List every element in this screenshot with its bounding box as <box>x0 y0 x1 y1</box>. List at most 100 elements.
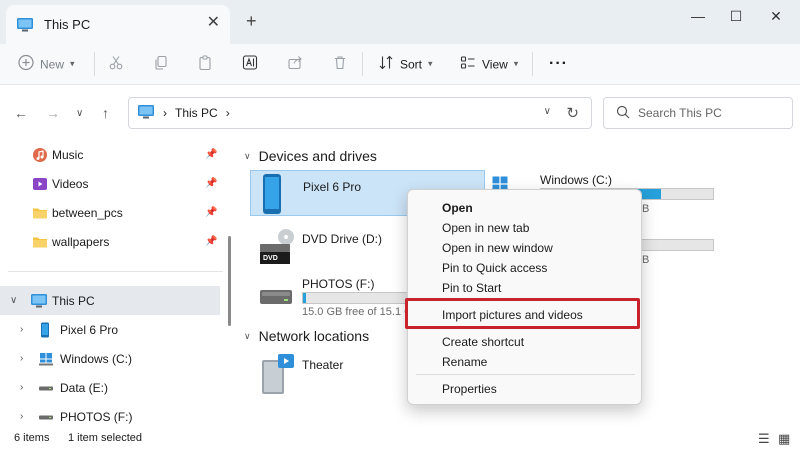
sidebar-item-label: This PC <box>52 293 95 308</box>
delete-button[interactable] <box>332 55 348 74</box>
pin-icon[interactable]: 📌 <box>205 207 217 218</box>
tile-sub: B <box>642 203 650 215</box>
pin-icon[interactable]: 📌 <box>205 149 217 160</box>
cut-button[interactable] <box>108 55 124 74</box>
search-placeholder: Search This PC <box>638 106 722 120</box>
details-view-icon[interactable]: ☰ <box>758 431 770 447</box>
address-dropdown-icon[interactable]: ∨ <box>544 106 551 117</box>
monitor-icon <box>137 104 155 123</box>
status-bar: 6 items 1 item selected ☰ ▦ <box>0 426 800 449</box>
tile-name: Pixel 6 Pro <box>303 180 362 194</box>
sort-button[interactable]: Sort ▾ <box>378 55 433 74</box>
menu-item-open[interactable]: Open <box>442 201 473 215</box>
close-tab-icon[interactable]: ✕ <box>207 15 220 31</box>
chevron-right-icon[interactable]: › <box>20 382 23 393</box>
breadcrumb-this-pc[interactable]: This PC <box>175 106 218 120</box>
close-window-icon[interactable]: ✕ <box>761 6 791 26</box>
sidebar-item-this-pc[interactable]: ∨ This PC <box>0 286 220 315</box>
rename-button[interactable] <box>242 55 258 74</box>
title-bar: This PC ✕ + — ☐ ✕ <box>0 0 800 44</box>
sidebar-item-windows-c[interactable]: › Windows (C:) <box>0 344 220 373</box>
up-arrow-icon[interactable]: ↑ <box>102 105 109 121</box>
sidebar-item-label: Music <box>52 147 84 162</box>
devices-drives-group-header[interactable]: ∨ Devices and drives <box>244 148 377 164</box>
minimize-icon[interactable]: — <box>683 6 713 26</box>
search-icon <box>616 105 630 122</box>
videos-icon <box>32 176 48 192</box>
menu-item-pin-to-start[interactable]: Pin to Start <box>442 281 501 295</box>
chevron-down-icon: ▾ <box>70 58 75 69</box>
tile-sub: B <box>642 254 650 266</box>
share-button[interactable] <box>287 55 303 74</box>
item-count: 6 items <box>14 432 50 444</box>
group-title: Devices and drives <box>258 148 377 164</box>
windows-drive-icon <box>38 351 54 367</box>
toolbar-divider <box>362 52 363 76</box>
phone-icon <box>40 322 50 338</box>
menu-separator <box>416 374 635 375</box>
monitor-icon <box>16 17 34 33</box>
sidebar-divider <box>8 271 223 272</box>
phone-icon <box>261 173 283 218</box>
sidebar-item-wallpapers[interactable]: wallpapers 📌 <box>0 227 220 256</box>
new-label: New <box>40 57 65 71</box>
pin-icon[interactable]: 📌 <box>205 178 217 189</box>
new-tab-icon[interactable]: + <box>246 12 257 30</box>
drive-icon <box>38 409 54 425</box>
menu-item-open-in-new-window[interactable]: Open in new window <box>442 241 553 255</box>
chevron-down-icon: ∨ <box>244 150 251 161</box>
chevron-right-icon[interactable]: › <box>20 411 23 422</box>
sidebar-item-videos[interactable]: Videos 📌 <box>0 169 220 198</box>
address-bar[interactable]: › This PC › ∨ ↻ <box>128 97 592 129</box>
chevron-down-icon: ▾ <box>513 58 519 69</box>
maximize-icon[interactable]: ☐ <box>721 6 751 26</box>
menu-item-create-shortcut[interactable]: Create shortcut <box>442 335 524 349</box>
recent-locations-chevron-icon[interactable]: ∨ <box>76 108 83 119</box>
sidebar-item-pixel-6-pro[interactable]: › Pixel 6 Pro <box>0 315 220 344</box>
new-button[interactable]: New ▾ <box>18 54 75 74</box>
view-label: View <box>482 57 508 71</box>
menu-item-pin-quick-access[interactable]: Pin to Quick access <box>442 261 547 275</box>
search-box[interactable]: Search This PC <box>603 97 793 129</box>
breadcrumb-separator[interactable]: › <box>163 106 167 120</box>
tab-this-pc[interactable]: This PC ✕ <box>6 5 230 44</box>
refresh-icon[interactable]: ↻ <box>566 104 579 122</box>
copy-button[interactable] <box>153 55 169 74</box>
back-arrow-icon[interactable]: ← <box>14 105 28 121</box>
menu-item-properties[interactable]: Properties <box>442 382 497 396</box>
chevron-down-icon: ▾ <box>428 58 433 69</box>
tile-name: Theater <box>302 358 344 372</box>
chevron-right-icon[interactable]: › <box>20 324 23 335</box>
sidebar-item-data-e[interactable]: › Data (E:) <box>0 373 220 402</box>
paste-button[interactable] <box>197 55 213 74</box>
trash-icon <box>332 55 348 74</box>
view-icon <box>460 55 476 74</box>
sort-label: Sort <box>400 57 423 71</box>
sidebar-scrollbar[interactable] <box>228 236 231 326</box>
sidebar-item-label: between_pcs <box>52 205 123 220</box>
sidebar-item-between-pcs[interactable]: between_pcs 📌 <box>0 198 220 227</box>
forward-arrow-icon[interactable]: → <box>46 105 60 121</box>
folder-icon <box>32 234 48 250</box>
breadcrumb-separator[interactable]: › <box>226 106 230 120</box>
network-locations-group-header[interactable]: ∨ Network locations <box>244 328 369 344</box>
view-button[interactable]: View ▾ <box>460 55 518 74</box>
menu-item-rename[interactable]: Rename <box>442 355 487 369</box>
dvd-badge: DVD <box>263 255 278 262</box>
usage-bar-fill <box>303 293 307 303</box>
sidebar-item-music[interactable]: Music 📌 <box>0 140 220 169</box>
media-server-icon <box>258 352 298 399</box>
clipboard-icon <box>197 55 213 74</box>
more-options-icon[interactable]: ··· <box>549 55 568 73</box>
tile-name: PHOTOS (F:) <box>302 277 375 291</box>
tiles-view-icon[interactable]: ▦ <box>778 431 790 447</box>
chevron-right-icon[interactable]: › <box>20 353 23 364</box>
sidebar-item-label: PHOTOS (F:) <box>60 409 133 424</box>
pin-icon[interactable]: 📌 <box>205 236 217 247</box>
selection-count: 1 item selected <box>68 432 142 444</box>
chevron-down-icon[interactable]: ∨ <box>10 295 17 306</box>
drive-icon <box>258 284 296 313</box>
toolbar-divider <box>532 52 533 76</box>
dvd-drive-icon <box>258 228 296 269</box>
menu-item-open-in-new-tab[interactable]: Open in new tab <box>442 221 529 235</box>
